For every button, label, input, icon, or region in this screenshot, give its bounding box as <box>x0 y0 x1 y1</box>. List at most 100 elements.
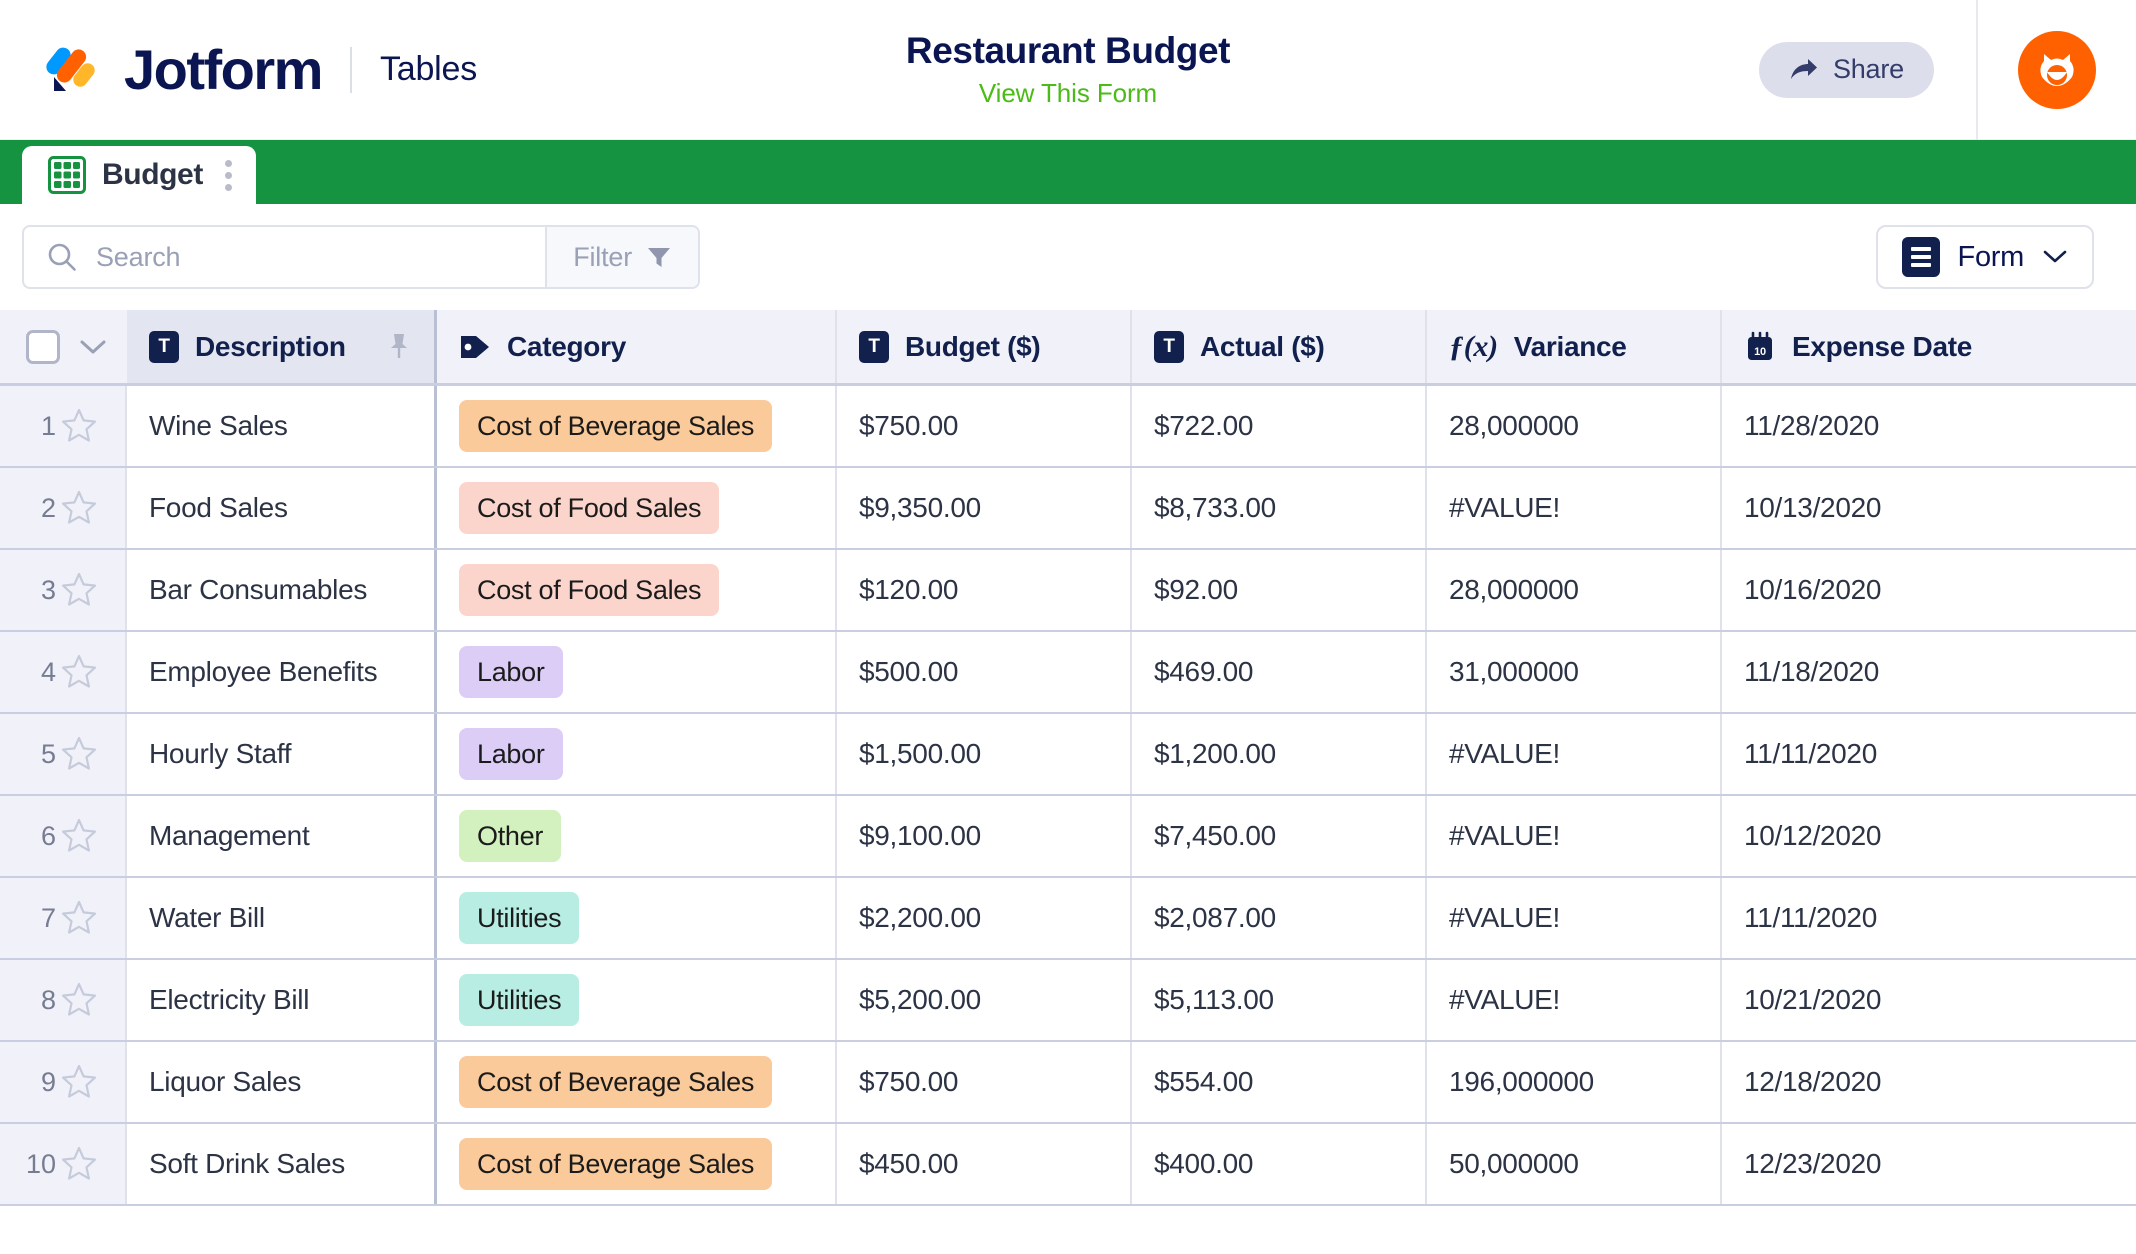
cell-actual[interactable]: $2,087.00 <box>1132 878 1427 958</box>
cell-description[interactable]: Bar Consumables <box>127 550 437 630</box>
cell-actual[interactable]: $5,113.00 <box>1132 960 1427 1040</box>
table-row[interactable]: 7 Water Bill Utilities $2,200.00 $2,087.00 #V… <box>0 878 2136 960</box>
star-icon[interactable] <box>60 817 98 855</box>
cell-category[interactable]: Utilities <box>437 960 837 1040</box>
cell-variance[interactable]: #VALUE! <box>1427 878 1722 958</box>
cell-variance[interactable]: 28,000000 <box>1427 550 1722 630</box>
cell-category[interactable]: Labor <box>437 714 837 794</box>
star-icon[interactable] <box>60 489 98 527</box>
column-header-description[interactable]: T Description <box>127 310 437 383</box>
cell-description[interactable]: Employee Benefits <box>127 632 437 712</box>
jotform-logo-icon[interactable] <box>44 41 102 99</box>
cell-category[interactable]: Cost of Beverage Sales <box>437 1042 837 1122</box>
cell-category[interactable]: Cost of Beverage Sales <box>437 386 837 466</box>
cell-expense-date[interactable]: 11/28/2020 <box>1722 386 2136 466</box>
product-label[interactable]: Tables <box>380 50 477 89</box>
cell-budget[interactable]: $750.00 <box>837 386 1132 466</box>
table-row[interactable]: 9 Liquor Sales Cost of Beverage Sales $750.… <box>0 1042 2136 1124</box>
cell-description[interactable]: Food Sales <box>127 468 437 548</box>
cell-budget[interactable]: $2,200.00 <box>837 878 1132 958</box>
cell-actual[interactable]: $469.00 <box>1132 632 1427 712</box>
table-row[interactable]: 2 Food Sales Cost of Food Sales $9,350.00 $8… <box>0 468 2136 550</box>
column-header-category[interactable]: Category <box>437 310 837 383</box>
search-field-wrap[interactable] <box>24 227 545 287</box>
cell-variance[interactable]: 31,000000 <box>1427 632 1722 712</box>
cell-expense-date[interactable]: 11/11/2020 <box>1722 714 2136 794</box>
cell-budget[interactable]: $750.00 <box>837 1042 1132 1122</box>
cell-budget[interactable]: $9,100.00 <box>837 796 1132 876</box>
pin-icon[interactable] <box>386 332 412 362</box>
cell-variance[interactable]: 196,000000 <box>1427 1042 1722 1122</box>
cell-expense-date[interactable]: 12/18/2020 <box>1722 1042 2136 1122</box>
cell-actual[interactable]: $554.00 <box>1132 1042 1427 1122</box>
cell-variance[interactable]: 28,000000 <box>1427 386 1722 466</box>
star-icon[interactable] <box>60 407 98 445</box>
table-row[interactable]: 8 Electricity Bill Utilities $5,200.00 $5,11… <box>0 960 2136 1042</box>
cell-category[interactable]: Cost of Food Sales <box>437 550 837 630</box>
star-icon[interactable] <box>60 735 98 773</box>
cell-budget[interactable]: $1,500.00 <box>837 714 1132 794</box>
cell-budget[interactable]: $120.00 <box>837 550 1132 630</box>
cell-variance[interactable]: #VALUE! <box>1427 960 1722 1040</box>
cell-expense-date[interactable]: 11/18/2020 <box>1722 632 2136 712</box>
avatar[interactable] <box>2018 30 2096 109</box>
star-icon[interactable] <box>60 653 98 691</box>
select-all-checkbox[interactable] <box>26 329 60 364</box>
cell-category[interactable]: Cost of Food Sales <box>437 468 837 548</box>
cell-actual[interactable]: $400.00 <box>1132 1124 1427 1204</box>
cell-category[interactable]: Other <box>437 796 837 876</box>
cell-description[interactable]: Liquor Sales <box>127 1042 437 1122</box>
cell-category[interactable]: Labor <box>437 632 837 712</box>
filter-button[interactable]: Filter <box>545 227 698 287</box>
table-row[interactable]: 5 Hourly Staff Labor $1,500.00 $1,200.00 #VAL… <box>0 714 2136 796</box>
cell-description[interactable]: Hourly Staff <box>127 714 437 794</box>
row-menu-chevron-icon[interactable] <box>78 337 108 357</box>
table-row[interactable]: 4 Employee Benefits Labor $500.00 $469.00 31,… <box>0 632 2136 714</box>
view-form-link[interactable]: View This Form <box>906 78 1230 109</box>
column-header-expense-date[interactable]: 10 Expense Date <box>1722 310 2136 383</box>
cell-budget[interactable]: $9,350.00 <box>837 468 1132 548</box>
star-icon[interactable] <box>60 571 98 609</box>
cell-budget[interactable]: $450.00 <box>837 1124 1132 1204</box>
cell-description[interactable]: Electricity Bill <box>127 960 437 1040</box>
table-row[interactable]: 10 Soft Drink Sales Cost of Beverage Sales… <box>0 1124 2136 1206</box>
table-row[interactable]: 3 Bar Consumables Cost of Food Sales $120.0… <box>0 550 2136 632</box>
star-icon[interactable] <box>60 981 98 1019</box>
cell-expense-date[interactable]: 10/21/2020 <box>1722 960 2136 1040</box>
table-row[interactable]: 1 Wine Sales Cost of Beverage Sales $750.00… <box>0 386 2136 468</box>
column-header-actual[interactable]: T Actual ($) <box>1132 310 1427 383</box>
cell-expense-date[interactable]: 11/11/2020 <box>1722 878 2136 958</box>
cell-budget[interactable]: $5,200.00 <box>837 960 1132 1040</box>
tab-more-icon[interactable] <box>219 159 232 191</box>
view-switcher-button[interactable]: Form <box>1875 225 2094 289</box>
cell-expense-date[interactable]: 10/16/2020 <box>1722 550 2136 630</box>
cell-expense-date[interactable]: 10/12/2020 <box>1722 796 2136 876</box>
star-icon[interactable] <box>60 1063 98 1101</box>
cell-variance[interactable]: #VALUE! <box>1427 468 1722 548</box>
search-input[interactable] <box>96 241 524 273</box>
cell-category[interactable]: Utilities <box>437 878 837 958</box>
cell-variance[interactable]: 50,000000 <box>1427 1124 1722 1204</box>
star-icon[interactable] <box>60 1145 98 1183</box>
cell-budget[interactable]: $500.00 <box>837 632 1132 712</box>
cell-actual[interactable]: $1,200.00 <box>1132 714 1427 794</box>
cell-actual[interactable]: $92.00 <box>1132 550 1427 630</box>
cell-variance[interactable]: #VALUE! <box>1427 796 1722 876</box>
cell-description[interactable]: Soft Drink Sales <box>127 1124 437 1204</box>
cell-actual[interactable]: $8,733.00 <box>1132 468 1427 548</box>
cell-category[interactable]: Cost of Beverage Sales <box>437 1124 837 1204</box>
column-header-variance[interactable]: ƒ(x) Variance <box>1427 310 1722 383</box>
cell-description[interactable]: Management <box>127 796 437 876</box>
cell-expense-date[interactable]: 12/23/2020 <box>1722 1124 2136 1204</box>
cell-description[interactable]: Water Bill <box>127 878 437 958</box>
share-button[interactable]: Share <box>1758 41 1934 98</box>
cell-actual[interactable]: $722.00 <box>1132 386 1427 466</box>
tab-budget[interactable]: Budget <box>22 146 256 204</box>
cell-variance[interactable]: #VALUE! <box>1427 714 1722 794</box>
star-icon[interactable] <box>60 899 98 937</box>
cell-description[interactable]: Wine Sales <box>127 386 437 466</box>
cell-expense-date[interactable]: 10/13/2020 <box>1722 468 2136 548</box>
table-row[interactable]: 6 Management Other $9,100.00 $7,450.00 #VALUE… <box>0 796 2136 878</box>
cell-actual[interactable]: $7,450.00 <box>1132 796 1427 876</box>
column-header-budget[interactable]: T Budget ($) <box>837 310 1132 383</box>
